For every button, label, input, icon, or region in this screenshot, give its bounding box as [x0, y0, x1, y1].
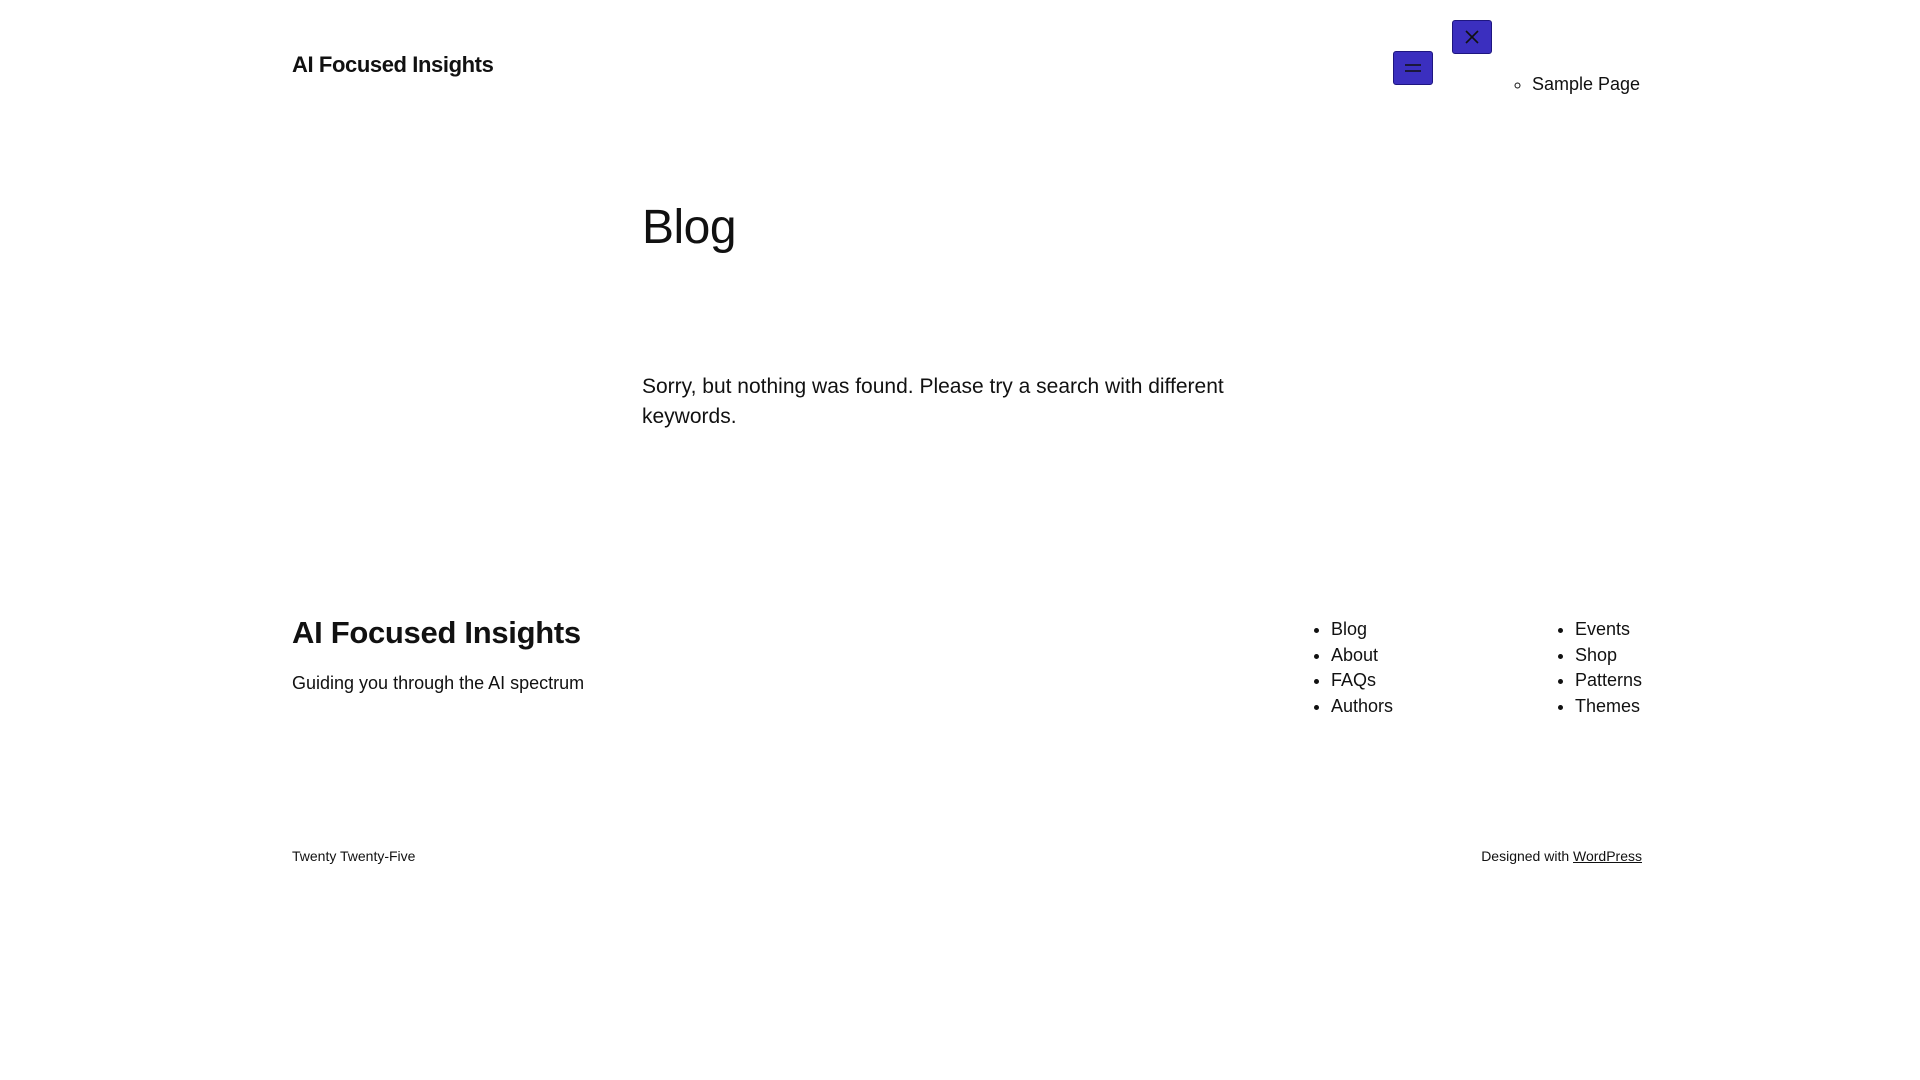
wordpress-link[interactable]: WordPress — [1573, 848, 1642, 864]
hamburger-icon — [1404, 63, 1422, 73]
nav-link-sample-page[interactable]: Sample Page — [1532, 74, 1640, 94]
close-icon — [1464, 29, 1480, 45]
footer-link-blog[interactable]: Blog — [1331, 619, 1367, 639]
footer-nav-item: Events — [1575, 617, 1642, 643]
footer-link-about[interactable]: About — [1331, 645, 1378, 665]
credit-prefix: Designed with — [1481, 848, 1570, 864]
footer-site-title: AI Focused Insights — [292, 615, 581, 651]
footer-link-faqs[interactable]: FAQs — [1331, 670, 1376, 690]
footer-link-themes[interactable]: Themes — [1575, 696, 1640, 716]
footer-site-title-link[interactable]: AI Focused Insights — [292, 615, 581, 650]
footer-nav-column-1: Blog About FAQs Authors — [1311, 617, 1393, 719]
page-title: Blog — [642, 201, 737, 254]
nav-item-sample-page: Sample Page — [1532, 72, 1640, 96]
footer-nav-item: Shop — [1575, 643, 1642, 669]
footer-nav-item: Themes — [1575, 694, 1642, 720]
header-navigation: Sample Page — [1512, 72, 1640, 96]
no-results-message: Sorry, but nothing was found. Please try… — [642, 375, 1224, 428]
footer-link-authors[interactable]: Authors — [1331, 696, 1393, 716]
footer-link-patterns[interactable]: Patterns — [1575, 670, 1642, 690]
footer-link-shop[interactable]: Shop — [1575, 645, 1617, 665]
theme-credit: Twenty Twenty-Five — [292, 848, 416, 864]
footer-nav-column-2: Events Shop Patterns Themes — [1555, 617, 1642, 719]
footer-nav-item: FAQs — [1331, 668, 1393, 694]
site-title-link[interactable]: AI Focused Insights — [292, 52, 494, 78]
footer-link-events[interactable]: Events — [1575, 619, 1630, 639]
open-menu-button[interactable] — [1393, 51, 1433, 85]
page: AI Focused Insights Sample Page Blog Sor… — [0, 0, 1920, 1080]
footer-tagline: Guiding you through the AI spectrum — [292, 673, 585, 693]
footer-nav-item: Blog — [1331, 617, 1393, 643]
designed-with-credit: Designed with WordPress — [1481, 848, 1642, 864]
close-menu-button[interactable] — [1452, 20, 1492, 54]
footer-nav-item: Authors — [1331, 694, 1393, 720]
footer-nav-item: Patterns — [1575, 668, 1642, 694]
footer-nav-item: About — [1331, 643, 1393, 669]
